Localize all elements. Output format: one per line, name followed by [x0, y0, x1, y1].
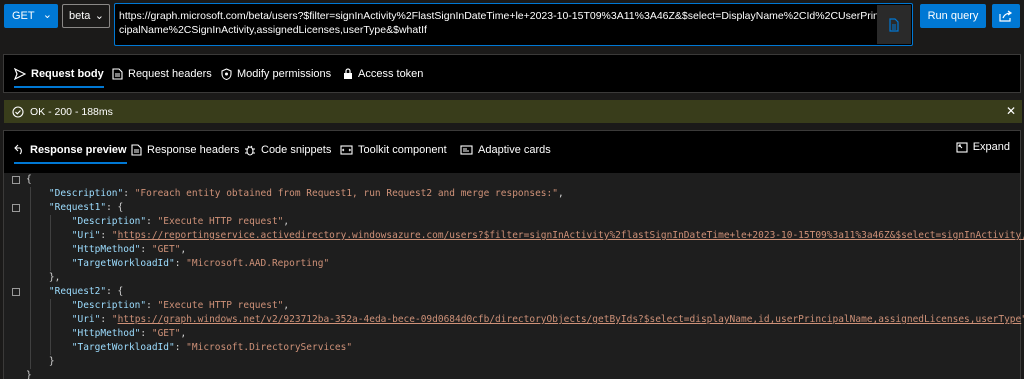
tab-label: Code snippets	[261, 143, 332, 156]
expand-button[interactable]: Expand	[956, 141, 1010, 153]
code-line: },	[48, 272, 61, 283]
version-dropdown[interactable]: beta ⌄	[62, 4, 110, 28]
fold-toggle[interactable]	[12, 204, 20, 212]
document-icon	[131, 143, 142, 156]
code-line: }	[48, 356, 55, 367]
code-line: "TargetWorkloadId": "Microsoft.Directory…	[71, 342, 353, 353]
tab-label: Modify permissions	[237, 67, 332, 80]
code-line: "HttpMethod": "GET",	[71, 244, 187, 255]
code-line: "Uri": "https://graph.windows.net/v2/923…	[71, 314, 1024, 325]
query-list-button[interactable]	[877, 5, 911, 44]
tab-label: Request headers	[128, 67, 212, 80]
http-method-value: GET	[12, 10, 35, 22]
checkmark-circle-icon	[12, 105, 24, 118]
tab-response-preview[interactable]: Response preview	[14, 131, 127, 168]
code-line: {	[26, 174, 32, 185]
uri-link[interactable]: https://reportingservice.activedirectory…	[118, 230, 1024, 241]
tab-access-token[interactable]: Access token	[343, 55, 423, 92]
card-icon	[460, 144, 473, 155]
code-line: "Request1": {	[48, 202, 124, 213]
tab-label: Response headers	[147, 143, 240, 156]
code-line: "Description": "Execute HTTP request",	[71, 216, 290, 227]
code-line: "Request2": {	[48, 286, 124, 297]
run-query-button[interactable]: Run query	[920, 4, 986, 28]
code-line: "Description": "Execute HTTP request",	[71, 300, 290, 311]
chevron-down-icon: ⌄	[94, 10, 104, 22]
document-icon	[889, 17, 899, 32]
shield-icon	[221, 67, 232, 80]
tab-toolkit-component[interactable]: Toolkit component	[340, 131, 447, 168]
tab-adaptive-cards[interactable]: Adaptive cards	[460, 131, 551, 168]
tab-request-body[interactable]: Request body	[14, 55, 104, 92]
response-json-viewer[interactable]: { "Description": "Foreach entity obtaine…	[4, 173, 1024, 379]
url-input[interactable]: https://graph.microsoft.com/beta/users?$…	[114, 3, 913, 46]
share-icon	[999, 10, 1013, 22]
send-icon	[14, 67, 26, 80]
tab-label: Request body	[31, 67, 104, 80]
url-input-text[interactable]: https://graph.microsoft.com/beta/users?$…	[119, 9, 879, 37]
tab-label: Response preview	[30, 143, 127, 156]
share-button[interactable]	[992, 4, 1020, 28]
code-line: }	[26, 370, 32, 379]
tab-label: Access token	[358, 67, 424, 80]
version-value: beta	[69, 10, 91, 22]
expand-label: Expand	[972, 141, 1010, 153]
uri-link[interactable]: https://graph.windows.net/v2/923712ba-35…	[118, 314, 1022, 325]
response-panel: Response preview Response headers Code s…	[3, 130, 1024, 379]
lock-icon	[344, 67, 352, 79]
bug-icon	[245, 145, 255, 156]
status-text: OK - 200 - 188ms	[30, 105, 113, 118]
expand-icon	[956, 141, 968, 153]
chevron-down-icon: ⌄	[42, 9, 52, 21]
tab-response-headers[interactable]: Response headers	[131, 131, 239, 168]
code-line: "Uri": "https://reportingservice.actived…	[26, 229, 1024, 243]
close-icon[interactable]: ✕	[1006, 104, 1016, 118]
tab-code-snippets[interactable]: Code snippets	[244, 131, 331, 168]
document-icon	[112, 67, 123, 80]
code-line: "Description": "Foreach entity obtained …	[48, 188, 564, 199]
tab-label: Toolkit component	[358, 143, 447, 156]
toolkit-icon	[340, 144, 353, 155]
tab-request-headers[interactable]: Request headers	[112, 55, 212, 92]
tab-label: Adaptive cards	[478, 143, 551, 156]
code-line: "TargetWorkloadId": "Microsoft.AAD.Repor…	[71, 258, 330, 269]
status-message-bar: OK - 200 - 188ms ✕	[4, 100, 1022, 123]
fold-toggle[interactable]	[12, 288, 20, 296]
code-line: "HttpMethod": "GET",	[71, 328, 187, 339]
request-tabs-panel: Request body Request headers Modify perm…	[3, 54, 1021, 93]
fold-toggle[interactable]	[12, 176, 20, 184]
undo-arrow-icon	[14, 144, 22, 155]
tab-modify-permissions[interactable]: Modify permissions	[221, 55, 331, 92]
http-method-dropdown[interactable]: GET ⌄	[4, 4, 58, 28]
